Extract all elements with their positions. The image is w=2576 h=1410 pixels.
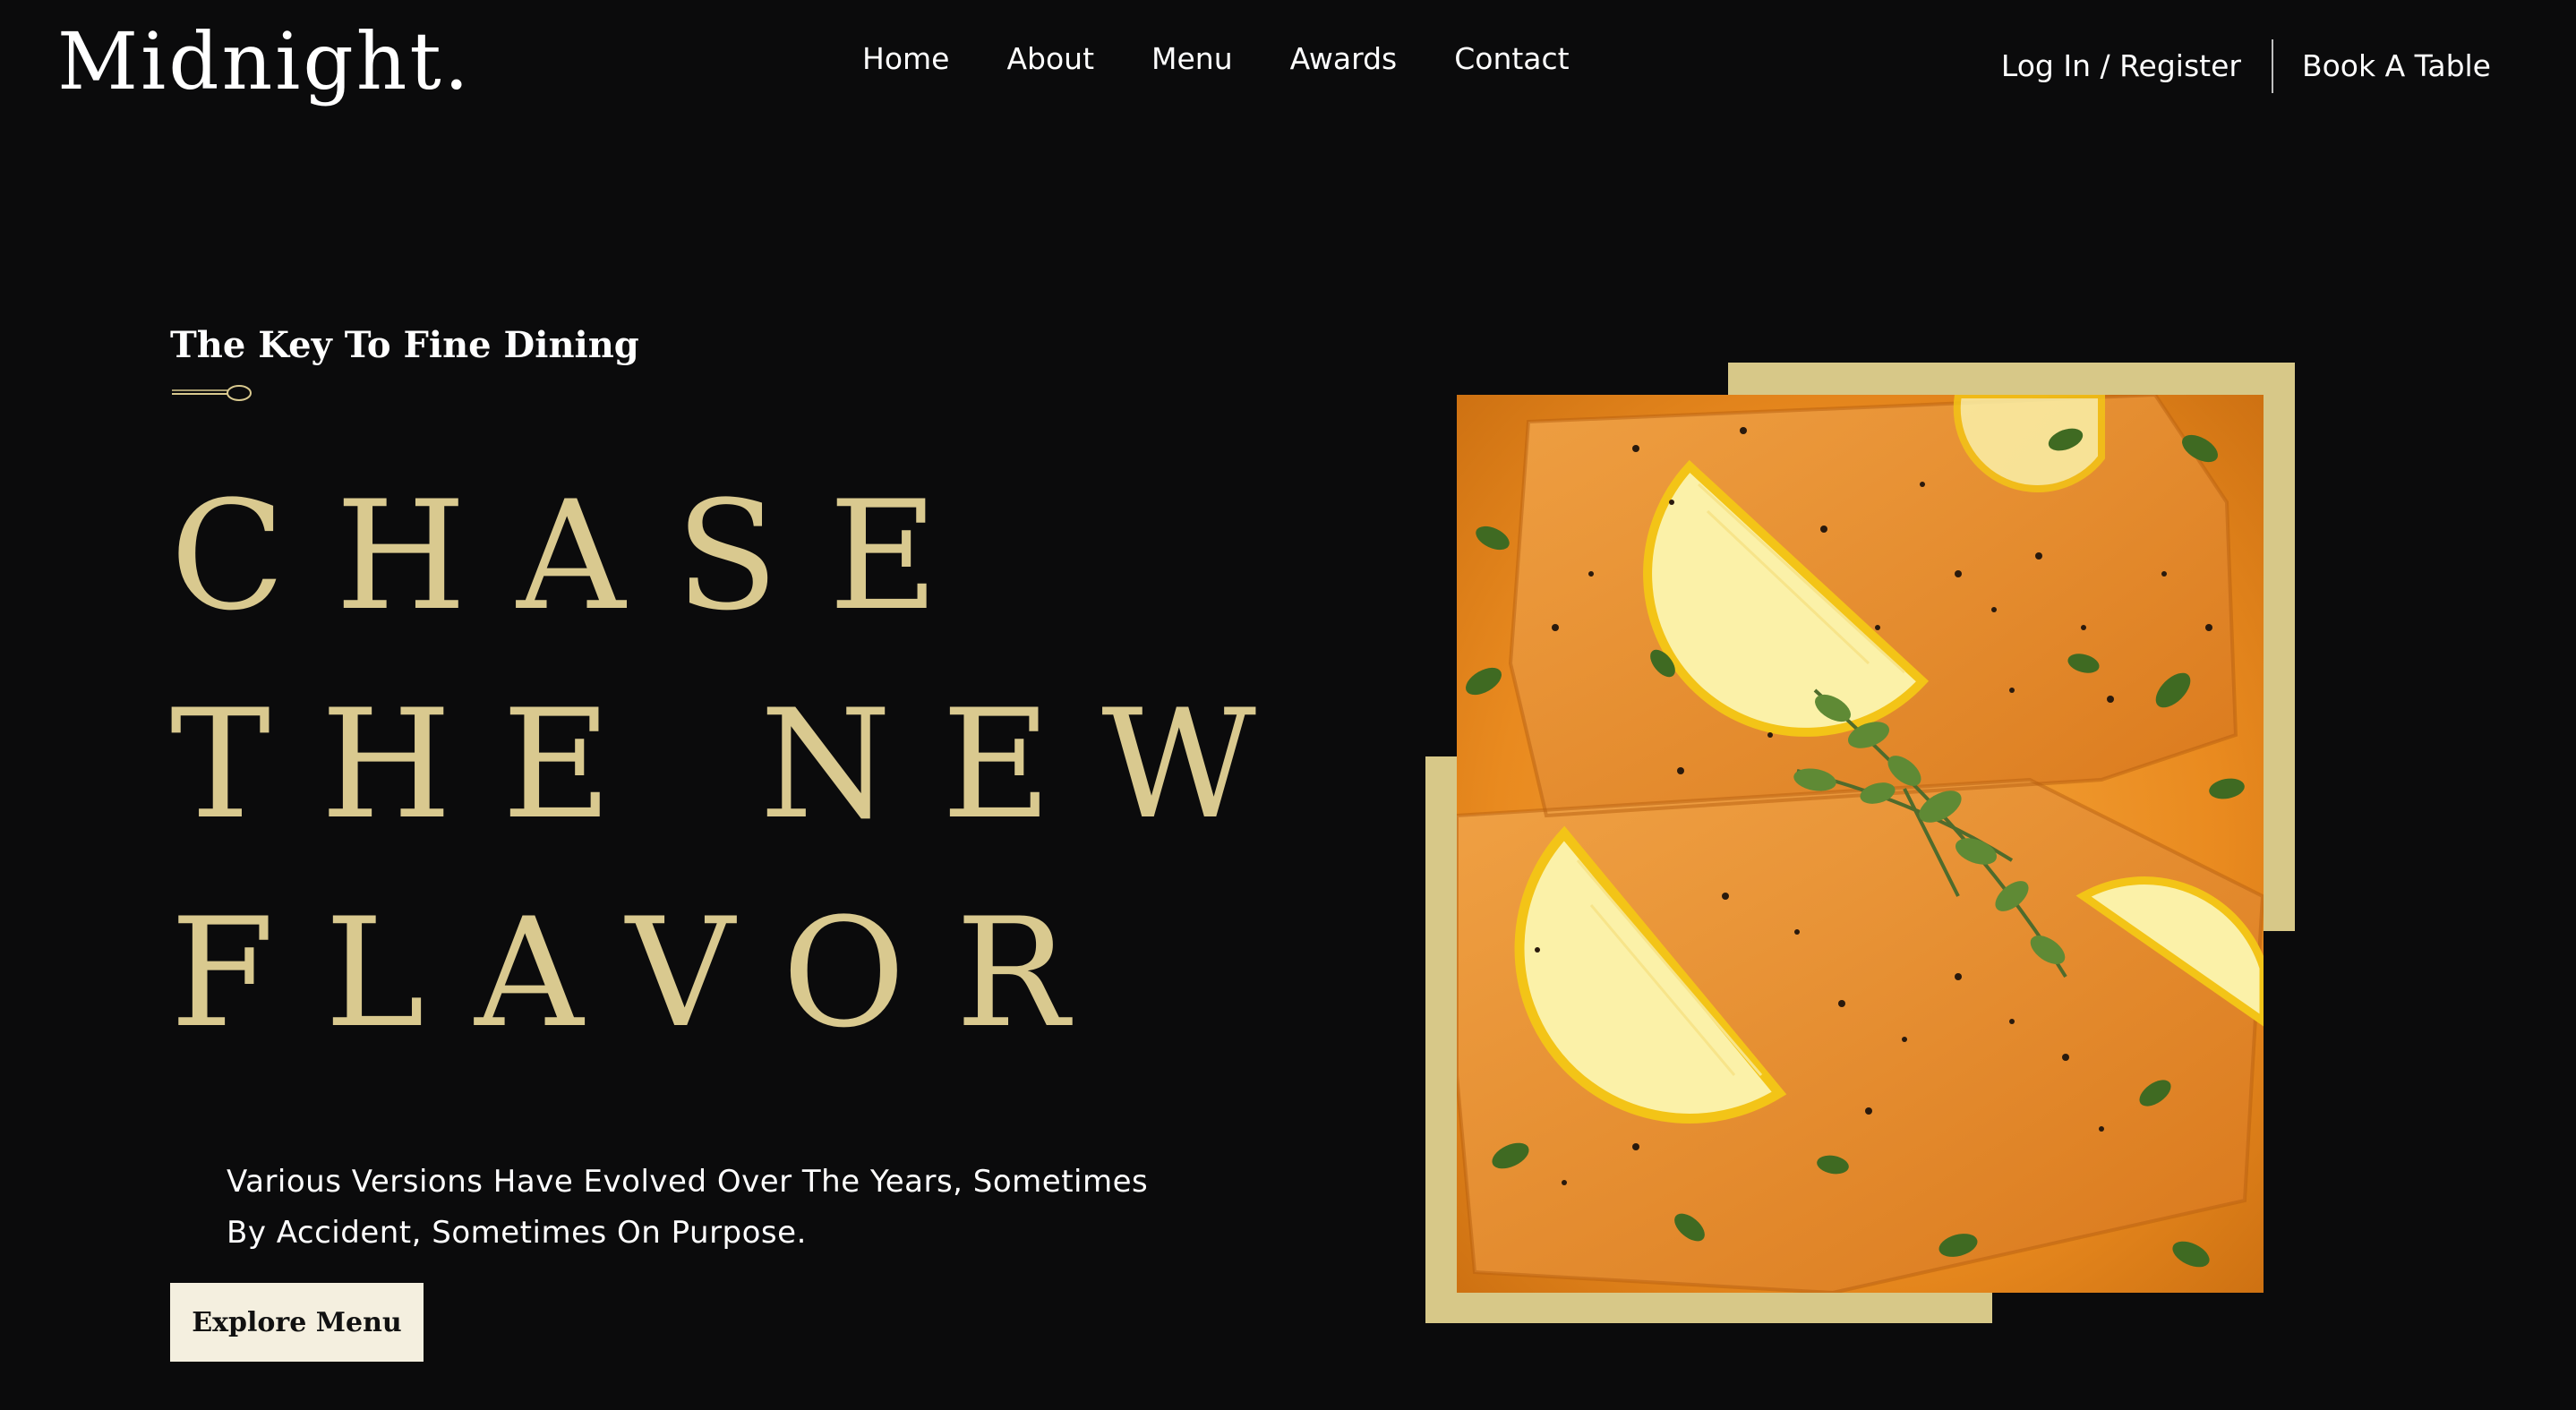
- salmon-dish-illustration: [1457, 395, 2264, 1293]
- nav-contact[interactable]: Contact: [1454, 39, 1569, 79]
- nav-home[interactable]: Home: [862, 39, 949, 79]
- header-actions: Log In / Register Book A Table: [2001, 39, 2491, 93]
- headline-line-2: THE NEW: [170, 677, 1306, 852]
- site-logo[interactable]: Midnight.: [57, 13, 472, 111]
- explore-menu-button[interactable]: Explore Menu: [170, 1283, 424, 1362]
- header-divider: [2271, 39, 2273, 93]
- nav-menu[interactable]: Menu: [1151, 39, 1233, 79]
- hero-description: Various Versions Have Evolved Over The Y…: [227, 1164, 1149, 1251]
- salmon-dish-photo: [1457, 395, 2264, 1293]
- login-register-link[interactable]: Log In / Register: [2001, 47, 2241, 86]
- headline-line-3: FLAVOR: [170, 885, 1119, 1061]
- main-nav: Home About Menu Awards Contact: [862, 39, 1570, 79]
- hero-eyebrow: The Key To Fine Dining: [170, 324, 639, 366]
- spoon-icon: [172, 385, 252, 401]
- book-table-link[interactable]: Book A Table: [2302, 47, 2491, 86]
- headline-line-1: CHASE: [170, 468, 989, 644]
- hero-headline: CHASE THE NEW FLAVOR: [170, 452, 1306, 1078]
- nav-awards[interactable]: Awards: [1290, 39, 1398, 79]
- nav-about[interactable]: About: [1006, 39, 1094, 79]
